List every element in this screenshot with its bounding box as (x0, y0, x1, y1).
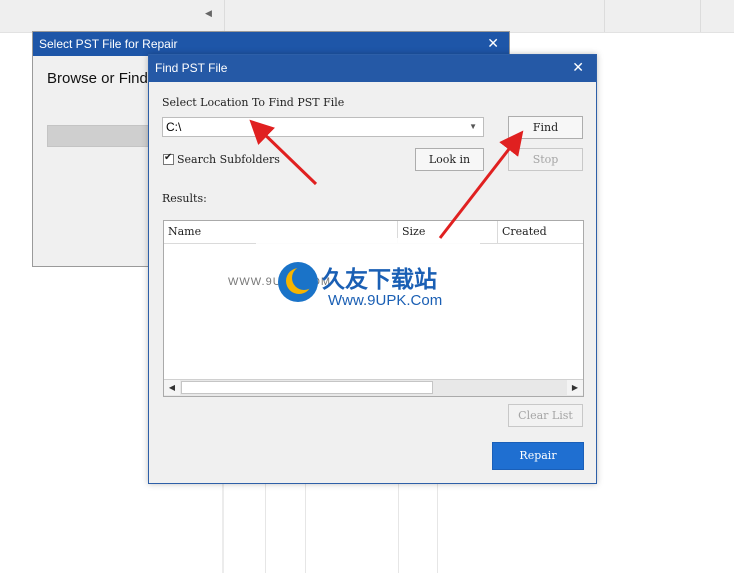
search-subfolders-checkbox-row[interactable]: ✔ Search Subfolders (163, 152, 280, 166)
column-line (437, 480, 438, 573)
clear-list-button[interactable]: Clear List (508, 404, 583, 427)
watermark-en-text: Www.9UPK.Com (328, 292, 443, 309)
column-line (305, 480, 306, 573)
location-label: Select Location To Find PST File (162, 96, 345, 109)
watermark: WWW.9UPK.COM 久友下载站 Www.9UPK.Com (228, 238, 480, 330)
close-icon[interactable]: ✕ (487, 32, 499, 54)
column-header-created[interactable]: Created (498, 221, 583, 243)
find-button[interactable]: Find (508, 116, 583, 139)
repair-button[interactable]: Repair (492, 442, 584, 470)
location-combobox[interactable]: C:\ ▼ (162, 117, 484, 137)
browse-or-find-heading: Browse or Find (47, 70, 148, 87)
background-app-toolbar (0, 0, 734, 33)
toolbar-divider (224, 0, 225, 32)
checkmark-icon: ✔ (164, 152, 173, 163)
watermark-logo-icon (278, 262, 318, 302)
location-value: C:\ (166, 120, 182, 134)
scrollbar-thumb[interactable] (181, 381, 433, 394)
chevron-down-icon[interactable]: ▼ (469, 118, 477, 136)
search-subfolders-label: Search Subfolders (177, 153, 280, 166)
watermark-cn-text: 久友下载站 (322, 267, 437, 293)
column-line (398, 480, 399, 573)
find-pst-dialog-title: Find PST File (149, 55, 596, 82)
toolbar-divider (700, 0, 701, 32)
collapse-caret-icon[interactable]: ◀ (205, 8, 212, 19)
search-subfolders-checkbox[interactable]: ✔ (163, 152, 174, 165)
select-pst-dialog-title: Select PST File for Repair (33, 32, 509, 56)
scroll-right-icon[interactable]: ▶ (567, 380, 583, 395)
progress-bar (47, 125, 157, 147)
look-in-button[interactable]: Look in (415, 148, 484, 171)
scroll-left-icon[interactable]: ◀ (164, 380, 180, 395)
results-label: Results: (162, 192, 207, 205)
close-icon[interactable]: ✕ (572, 55, 584, 80)
horizontal-scrollbar[interactable]: ◀ ▶ (164, 379, 583, 396)
stop-button[interactable]: Stop (508, 148, 583, 171)
column-line (265, 480, 266, 573)
toolbar-divider (604, 0, 605, 32)
